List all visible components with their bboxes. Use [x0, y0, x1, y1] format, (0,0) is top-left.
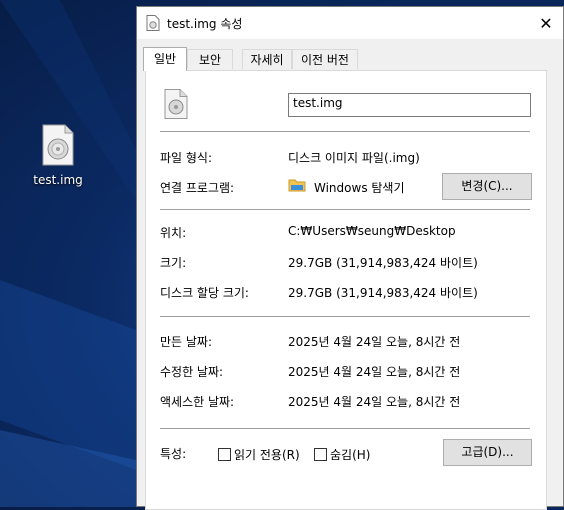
- created-value: 2025년 4월 24일 오늘, 8시간 전: [288, 335, 461, 349]
- hidden-checkbox-box[interactable]: [314, 448, 327, 461]
- modified-label: 수정한 날짜:: [160, 365, 224, 379]
- file-type-icon: [164, 89, 188, 119]
- advanced-button[interactable]: 고급(D)...: [443, 439, 532, 466]
- dialog-title: test.img 속성: [167, 17, 243, 31]
- hidden-checkbox-label: 숨김(H): [330, 448, 371, 462]
- readonly-checkbox[interactable]: 읽기 전용(R): [218, 446, 300, 463]
- separator: [160, 316, 530, 317]
- separator: [160, 209, 530, 210]
- desktop-file-icon[interactable]: test.img: [28, 124, 88, 187]
- tab-security[interactable]: 보안: [187, 49, 233, 69]
- hidden-checkbox[interactable]: 숨김(H): [314, 446, 370, 463]
- size-label: 크기:: [160, 256, 187, 270]
- file-type-label: 파일 형식:: [160, 151, 213, 165]
- file-type-value: 디스크 이미지 파일(.img): [288, 151, 420, 165]
- tab-previous-versions[interactable]: 이전 버전: [292, 49, 358, 69]
- folder-icon: [288, 179, 306, 192]
- close-icon: ✕: [539, 13, 553, 33]
- close-button[interactable]: ✕: [529, 7, 563, 39]
- size-value: 29.7GB (31,914,983,424 바이트): [288, 256, 478, 270]
- tab-details[interactable]: 자세히: [242, 49, 292, 69]
- location-label: 위치:: [160, 226, 187, 240]
- size-on-disk-value: 29.7GB (31,914,983,424 바이트): [288, 286, 478, 300]
- size-on-disk-label: 디스크 할당 크기:: [160, 286, 249, 300]
- opens-with-value: Windows 탐색기: [314, 181, 405, 195]
- readonly-checkbox-box[interactable]: [218, 448, 231, 461]
- accessed-label: 액세스한 날짜:: [160, 395, 235, 409]
- readonly-checkbox-label: 읽기 전용(R): [234, 448, 300, 462]
- desktop-file-label: test.img: [33, 173, 83, 187]
- disc-image-file-icon: [42, 124, 74, 166]
- location-value: C:₩Users₩seung₩Desktop: [288, 224, 456, 238]
- attributes-label: 특성:: [160, 447, 187, 461]
- general-panel: test.img 파일 형식: 디스크 이미지 파일(.img) 연결 프로그램…: [145, 70, 547, 510]
- accessed-value: 2025년 4월 24일 오늘, 8시간 전: [288, 395, 461, 409]
- file-name-input[interactable]: test.img: [288, 93, 531, 117]
- separator: [160, 131, 530, 132]
- separator: [160, 428, 530, 429]
- modified-value: 2025년 4월 24일 오늘, 8시간 전: [288, 365, 461, 379]
- title-bar[interactable]: test.img 속성 ✕: [137, 7, 563, 39]
- file-icon: [146, 15, 160, 31]
- properties-dialog: test.img 속성 ✕ 일반 보안 자세히 이전 버전 test.img 파…: [136, 6, 564, 510]
- change-button[interactable]: 변경(C)...: [442, 173, 532, 200]
- opens-with-label: 연결 프로그램:: [160, 181, 235, 195]
- tab-general[interactable]: 일반: [143, 47, 187, 71]
- created-label: 만든 날짜:: [160, 335, 213, 349]
